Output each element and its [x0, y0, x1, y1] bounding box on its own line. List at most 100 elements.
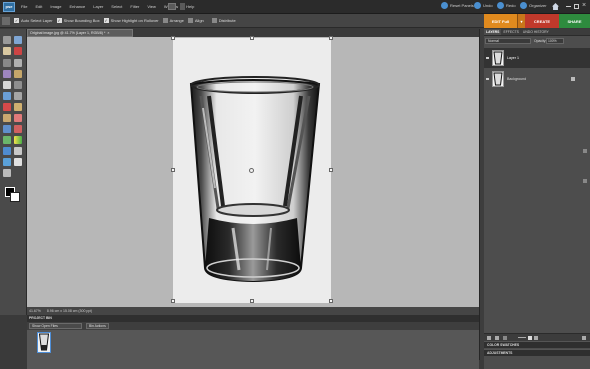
- bin-thumbnail[interactable]: [37, 332, 51, 353]
- resize-grip-icon[interactable]: [583, 179, 587, 183]
- transform-handle[interactable]: [171, 168, 175, 172]
- menu-layer[interactable]: Layer: [93, 4, 103, 9]
- menu-select[interactable]: Select: [111, 4, 122, 9]
- minimize-icon[interactable]: [566, 6, 571, 7]
- quick-selection-tool-icon[interactable]: [14, 70, 22, 78]
- zoom-level[interactable]: 41.67%: [29, 309, 41, 313]
- lasso-tool-icon[interactable]: [14, 59, 22, 67]
- menu-filter[interactable]: Filter: [130, 4, 139, 9]
- project-bin: [27, 330, 479, 369]
- distribute-button[interactable]: Distribute: [211, 18, 236, 23]
- document-canvas[interactable]: [171, 36, 333, 303]
- organizer-icon: [520, 2, 527, 9]
- magic-wand-tool-icon[interactable]: [3, 70, 11, 78]
- adjustments-panel-header[interactable]: ADJUSTMENTS: [484, 349, 590, 356]
- check-icon: ✓: [103, 18, 109, 23]
- crop-tool-icon[interactable]: [14, 81, 22, 89]
- transform-handle[interactable]: [329, 168, 333, 172]
- shape-tool-icon[interactable]: [3, 147, 11, 155]
- chevron-down-icon[interactable]: ▾: [517, 14, 525, 28]
- resize-grip-icon[interactable]: [583, 149, 587, 153]
- hand-tool-icon[interactable]: [3, 47, 11, 55]
- menu-image[interactable]: Image: [50, 4, 61, 9]
- menu-help[interactable]: Help: [186, 4, 194, 9]
- close-document-icon[interactable]: ×: [107, 31, 109, 35]
- transform-handle[interactable]: [171, 36, 175, 40]
- menu-edit[interactable]: Edit: [35, 4, 42, 9]
- auto-select-layer-checkbox[interactable]: ✓ Auto Select Layer: [14, 18, 53, 23]
- straighten-tool-icon[interactable]: [14, 92, 22, 100]
- transform-handle[interactable]: [329, 36, 333, 40]
- gradient-tool-icon[interactable]: [14, 136, 22, 144]
- adjustment-layer-icon[interactable]: [495, 336, 499, 340]
- align-button[interactable]: Align: [187, 18, 204, 23]
- blur-tool-icon[interactable]: [14, 147, 22, 155]
- tab-share[interactable]: SHARE: [559, 14, 590, 28]
- eraser-tool-icon[interactable]: [14, 114, 22, 122]
- maximize-icon[interactable]: [574, 4, 579, 9]
- lock-transparent-icon[interactable]: [534, 336, 538, 340]
- link-layers-icon[interactable]: [503, 336, 507, 340]
- transform-handle[interactable]: [329, 299, 333, 303]
- clone-stamp-tool-icon[interactable]: [3, 114, 11, 122]
- sponge-tool-icon[interactable]: [3, 158, 11, 166]
- menu-view[interactable]: View: [147, 4, 156, 9]
- tab-layers[interactable]: LAYERS: [484, 29, 502, 35]
- background-color-swatch[interactable]: [10, 192, 20, 202]
- recompose-tool-icon[interactable]: [3, 169, 11, 177]
- marquee-tool-icon[interactable]: [3, 59, 11, 67]
- move-tool-preset-icon[interactable]: [2, 17, 10, 25]
- tab-effects[interactable]: EFFECTS: [501, 29, 520, 35]
- brush-tool-icon[interactable]: [3, 125, 11, 133]
- close-icon[interactable]: ×: [582, 2, 586, 9]
- reset-panels-button[interactable]: Reset Panels: [441, 2, 474, 9]
- smart-brush-tool-icon[interactable]: [14, 125, 22, 133]
- menu-file[interactable]: File: [21, 4, 27, 9]
- reset-panels-icon: [441, 2, 448, 9]
- bin-actions-button[interactable]: Bin Actions: [86, 323, 109, 329]
- red-eye-tool-icon[interactable]: [3, 103, 11, 111]
- new-layer-icon[interactable]: [487, 336, 491, 340]
- project-bin-options: Show Open Files Bin Actions: [27, 322, 479, 330]
- transform-handle[interactable]: [171, 299, 175, 303]
- zoom-tool-icon[interactable]: [14, 36, 22, 44]
- trash-icon[interactable]: [582, 336, 586, 340]
- spot-healing-tool-icon[interactable]: [14, 103, 22, 111]
- layer-row-layer-1[interactable]: Layer 1: [484, 48, 590, 68]
- document-title: Original image.jpg @ 41.7% (Layer 1, RGB…: [30, 31, 106, 35]
- organizer-button[interactable]: Organizer: [520, 2, 547, 9]
- arrange-menu-button[interactable]: [168, 3, 176, 10]
- document-tab[interactable]: Original image.jpg @ 41.7% (Layer 1, RGB…: [27, 29, 133, 37]
- transform-handle[interactable]: [250, 299, 254, 303]
- menu-enhance[interactable]: Enhance: [69, 4, 85, 9]
- undo-button[interactable]: Undo: [474, 2, 493, 9]
- redo-button[interactable]: Redo: [497, 2, 516, 9]
- pencil-tool-icon[interactable]: [14, 158, 22, 166]
- project-bin-header[interactable]: PROJECT BIN: [27, 315, 479, 322]
- opacity-field[interactable]: 100%: [546, 38, 564, 44]
- arrange-button[interactable]: Arrange: [162, 18, 184, 23]
- lock-slider-icon[interactable]: [518, 337, 526, 338]
- eye-icon[interactable]: [486, 57, 489, 59]
- move-tool-icon[interactable]: [3, 36, 11, 44]
- eye-icon[interactable]: [486, 78, 489, 80]
- blend-mode-select[interactable]: Normal: [485, 38, 531, 44]
- tab-edit-full[interactable]: EDIT Full: [484, 14, 517, 28]
- cookie-cutter-tool-icon[interactable]: [3, 92, 11, 100]
- transform-handle[interactable]: [250, 36, 254, 40]
- layer-row-background[interactable]: Background: [484, 69, 590, 89]
- view-toggle-button[interactable]: [180, 3, 185, 10]
- lock-all-icon[interactable]: [528, 336, 532, 340]
- show-bounding-box-checkbox[interactable]: ✓ Show Bounding Box: [56, 18, 100, 23]
- paint-bucket-tool-icon[interactable]: [3, 136, 11, 144]
- show-open-files-select[interactable]: Show Open Files: [29, 323, 82, 329]
- layer-thumbnail: [492, 50, 504, 66]
- color-swatches-panel-header[interactable]: COLOR SWATCHES: [484, 341, 590, 348]
- transform-center-point[interactable]: [249, 168, 254, 173]
- show-highlight-checkbox[interactable]: ✓ Show Highlight on Rollover: [103, 18, 159, 23]
- home-icon[interactable]: [552, 3, 559, 10]
- tab-create[interactable]: CREATE: [525, 14, 559, 28]
- type-tool-icon[interactable]: [3, 81, 11, 89]
- eyedropper-tool-icon[interactable]: [14, 47, 22, 55]
- tab-undo-history[interactable]: UNDO HISTORY: [521, 29, 551, 35]
